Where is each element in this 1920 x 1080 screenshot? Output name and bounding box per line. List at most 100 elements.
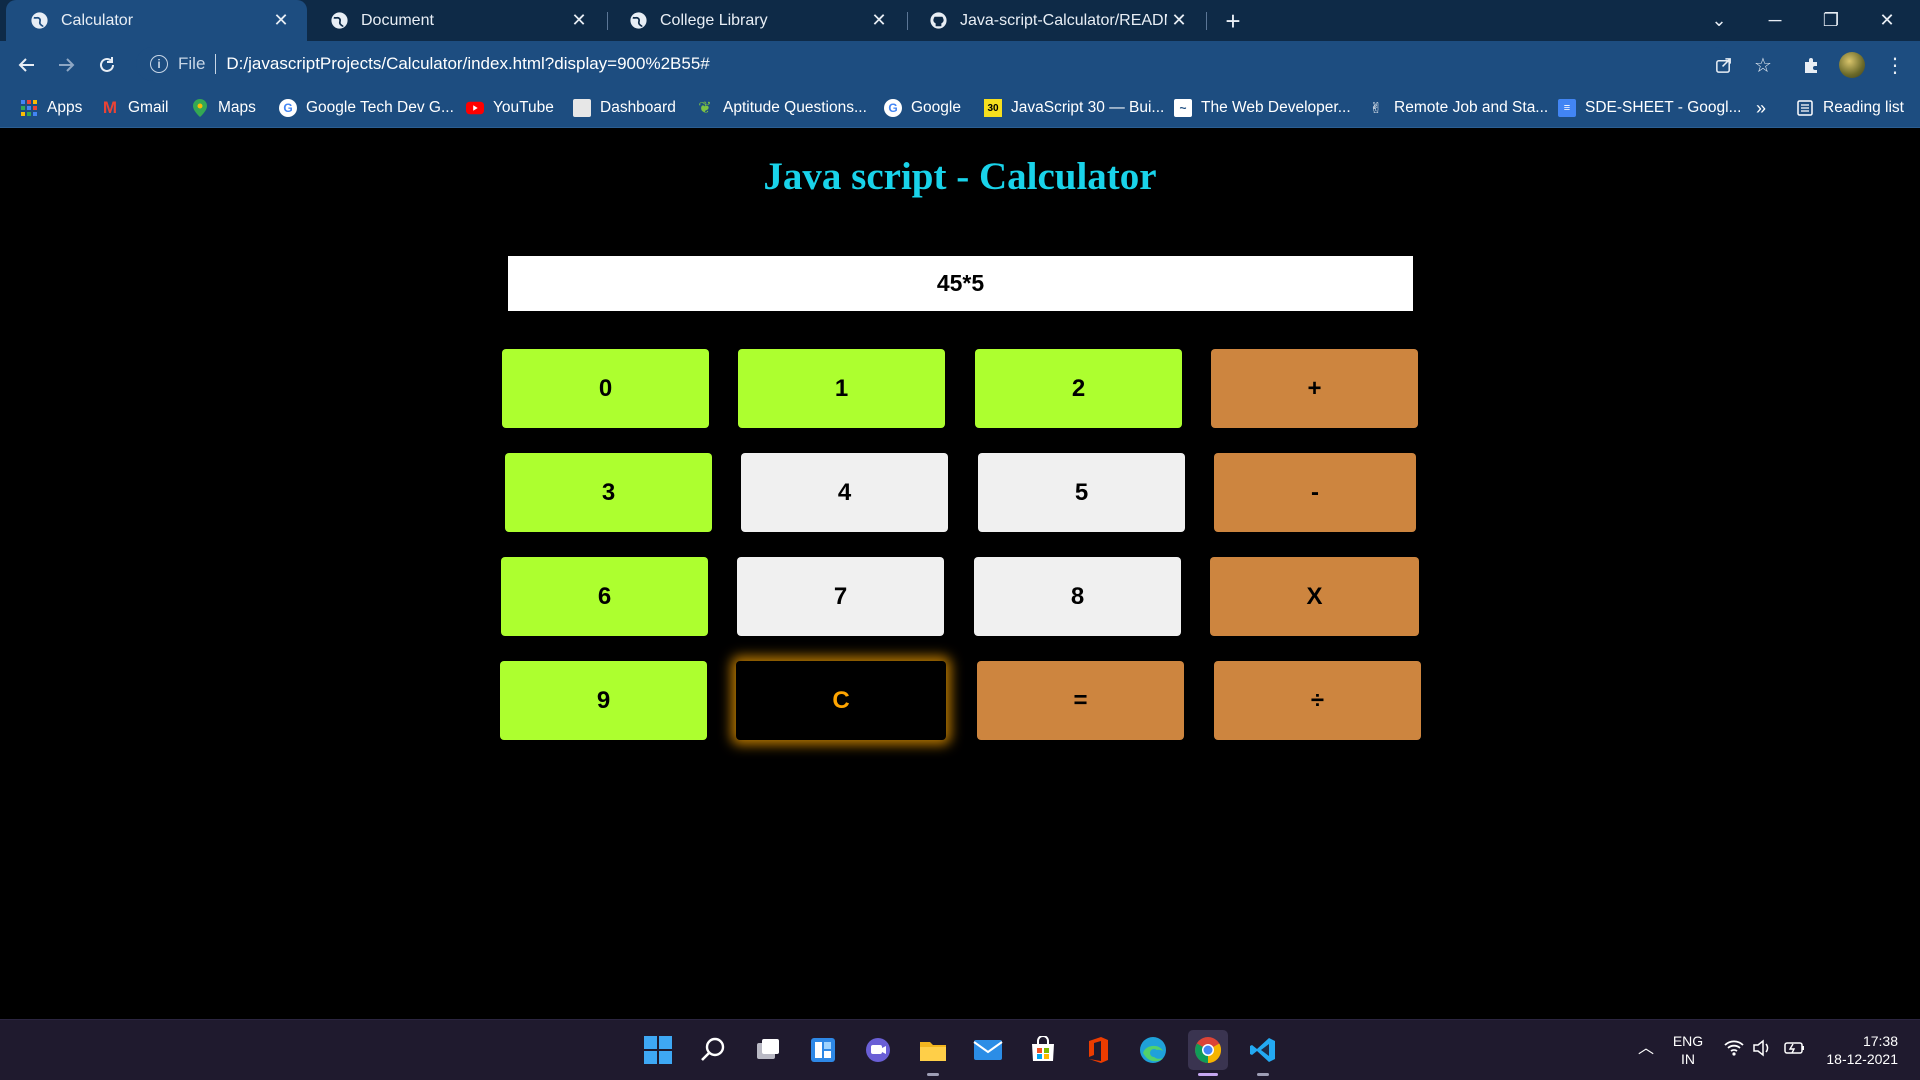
tab-title: Document <box>361 11 434 29</box>
vscode-icon[interactable] <box>1243 1030 1283 1076</box>
bookmark-label: SDE-SHEET - Googl... <box>1585 99 1742 116</box>
share-icon[interactable] <box>1708 50 1738 80</box>
teams-chat-icon[interactable] <box>858 1030 898 1070</box>
key-plus[interactable]: + <box>1211 349 1418 428</box>
volume-icon[interactable] <box>1752 1039 1772 1061</box>
bookmark-label: Apps <box>47 99 83 116</box>
bookmarks-bar: Apps M Gmail Maps G Google Tech Dev G...… <box>0 88 1920 128</box>
search-icon[interactable] <box>693 1030 733 1070</box>
forward-arrow-icon[interactable] <box>51 50 81 80</box>
bookmark-youtube[interactable]: YouTube <box>466 96 554 120</box>
key-clear[interactable]: C <box>736 661 946 740</box>
profile-avatar[interactable] <box>1839 52 1865 78</box>
site-info-icon[interactable]: i <box>150 55 168 73</box>
bookmark-web-developer[interactable]: ~ The Web Developer... <box>1174 96 1351 120</box>
edge-icon[interactable] <box>1133 1030 1173 1070</box>
back-arrow-icon[interactable] <box>12 50 42 80</box>
key-8[interactable]: 8 <box>974 557 1181 636</box>
tab-title: Calculator <box>61 11 134 29</box>
address-scheme-label: File <box>178 54 206 73</box>
more-bookmarks-chevron[interactable]: » <box>1756 96 1766 120</box>
clock-date: 18-12-2021 <box>1826 1051 1898 1067</box>
mail-icon[interactable] <box>968 1030 1008 1070</box>
task-view-icon[interactable] <box>748 1030 788 1070</box>
tab-title: College Library <box>660 11 768 29</box>
key-6[interactable]: 6 <box>501 557 708 636</box>
key-minus[interactable]: - <box>1214 453 1416 532</box>
tab-github-readme[interactable]: Java-script-Calculator/README.m ✕ <box>905 0 1205 41</box>
browser-toolbar: i File D:/javascriptProjects/Calculator/… <box>0 41 1920 88</box>
close-tab-icon[interactable]: ✕ <box>1167 9 1191 33</box>
tab-document[interactable]: Document ✕ <box>306 0 605 41</box>
address-url[interactable]: D:/javascriptProjects/Calculator/index.h… <box>226 54 709 74</box>
restore-button[interactable]: ❐ <box>1803 0 1859 41</box>
bookmark-label: Maps <box>218 99 256 116</box>
apps-grid-icon <box>20 99 38 117</box>
google-icon: G <box>279 99 297 117</box>
show-hidden-icons-chevron[interactable]: ︿ <box>1638 1040 1654 1058</box>
bookmark-dashboard[interactable]: Dashboard <box>573 96 676 120</box>
calculator-display: 45*5 <box>508 256 1413 311</box>
bookmark-label: The Web Developer... <box>1201 99 1351 116</box>
bookmark-remote-job[interactable]: ✌ Remote Job and Sta... <box>1367 96 1549 120</box>
bookmark-javascript30[interactable]: 30 JavaScript 30 — Bui... <box>984 96 1164 120</box>
running-indicator <box>927 1073 939 1076</box>
bookmark-aptitude[interactable]: ❦ Aptitude Questions... <box>696 96 867 120</box>
close-window-button[interactable]: ✕ <box>1859 0 1915 41</box>
youtube-icon <box>466 99 484 117</box>
key-7[interactable]: 7 <box>737 557 944 636</box>
key-divide[interactable]: ÷ <box>1214 661 1421 740</box>
bookmark-maps[interactable]: Maps <box>191 96 256 120</box>
start-icon[interactable] <box>638 1030 678 1070</box>
office-icon[interactable] <box>1078 1030 1118 1070</box>
tab-college-library[interactable]: College Library ✕ <box>605 0 905 41</box>
address-divider <box>215 54 217 74</box>
address-bar[interactable]: i File D:/javascriptProjects/Calculator/… <box>136 47 1732 81</box>
calculator-page: Java script - Calculator 45*5 0 1 2 + 3 … <box>0 128 1920 1019</box>
widgets-icon[interactable] <box>803 1030 843 1070</box>
clock[interactable]: 17:38 18-12-2021 <box>1818 1032 1898 1068</box>
bookmark-label: Dashboard <box>600 99 676 116</box>
key-5[interactable]: 5 <box>978 453 1185 532</box>
key-equals[interactable]: = <box>977 661 1184 740</box>
close-tab-icon[interactable]: ✕ <box>567 9 591 33</box>
tab-search-chevron-icon[interactable]: ⌄ <box>1691 0 1747 41</box>
leaf-icon: ❦ <box>698 100 712 117</box>
close-tab-icon[interactable]: ✕ <box>867 9 891 33</box>
key-1[interactable]: 1 <box>738 349 945 428</box>
wifi-icon[interactable] <box>1724 1039 1744 1061</box>
close-tab-icon[interactable]: ✕ <box>269 9 293 33</box>
key-4[interactable]: 4 <box>741 453 948 532</box>
bookmark-label: Google Tech Dev G... <box>306 99 454 116</box>
bookmark-gmail[interactable]: M Gmail <box>101 96 169 120</box>
battery-icon[interactable] <box>1784 1039 1806 1061</box>
bookmark-star-icon[interactable]: ☆ <box>1748 50 1778 80</box>
bookmark-label: Gmail <box>128 99 169 116</box>
menu-kebab-icon[interactable]: ⋮ <box>1880 50 1910 80</box>
bookmark-label: Remote Job and Sta... <box>1394 99 1549 116</box>
tab-calculator[interactable]: Calculator ✕ <box>6 0 307 41</box>
key-9[interactable]: 9 <box>500 661 707 740</box>
bookmark-sde-sheet[interactable]: ≡ SDE-SHEET - Googl... <box>1558 96 1741 120</box>
bookmark-label: Google <box>911 99 961 116</box>
bookmark-google[interactable]: G Google <box>884 96 961 120</box>
language-indicator[interactable]: ENG IN <box>1670 1032 1706 1068</box>
key-0[interactable]: 0 <box>502 349 709 428</box>
chrome-icon[interactable] <box>1188 1030 1228 1076</box>
new-tab-button[interactable]: + <box>1219 6 1247 36</box>
reading-list[interactable]: Reading list <box>1796 96 1904 120</box>
bookmark-apps[interactable]: Apps <box>20 96 82 120</box>
store-icon[interactable] <box>1023 1030 1063 1070</box>
extensions-puzzle-icon[interactable] <box>1797 50 1827 80</box>
webdev-icon: ~ <box>1174 99 1192 117</box>
key-2[interactable]: 2 <box>975 349 1182 428</box>
js30-icon: 30 <box>984 99 1002 117</box>
minimize-button[interactable]: ─ <box>1747 0 1803 41</box>
reload-icon[interactable] <box>92 50 122 80</box>
bookmark-google-tech-dev[interactable]: G Google Tech Dev G... <box>279 96 454 120</box>
file-explorer-icon[interactable] <box>913 1030 953 1076</box>
key-3[interactable]: 3 <box>505 453 712 532</box>
key-multiply[interactable]: X <box>1210 557 1419 636</box>
github-icon <box>929 11 948 30</box>
gmail-icon: M <box>102 98 118 117</box>
